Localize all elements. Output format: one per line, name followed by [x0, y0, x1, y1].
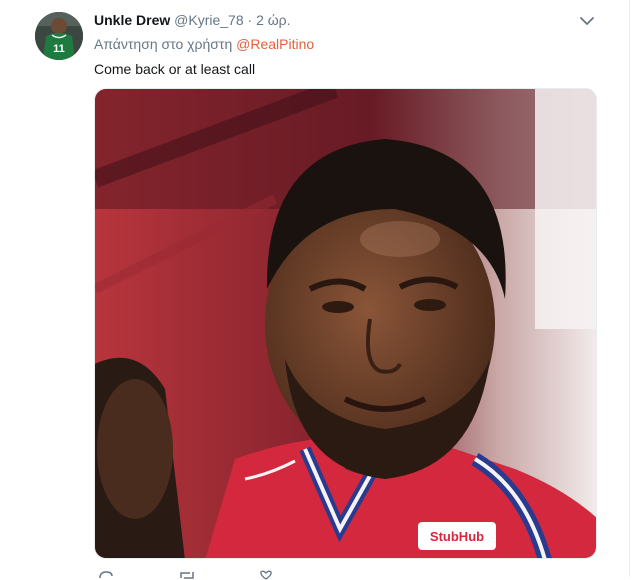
avatar[interactable]: 11 — [35, 12, 83, 60]
reply-context: Απάντηση στο χρήστη @RealPitino — [94, 35, 314, 53]
tweet-header: Unkle Drew @Kyrie_78 · 2 ώρ. — [94, 11, 291, 29]
separator-dot: · — [247, 12, 253, 28]
heart-icon[interactable] — [258, 570, 274, 580]
reply-prefix: Απάντηση στο χρήστη — [94, 36, 237, 52]
media-photo: StubHub — [95, 89, 596, 558]
user-handle[interactable]: @Kyrie_78 — [174, 12, 243, 28]
tweet-media-image[interactable]: StubHub — [94, 88, 597, 559]
chevron-down-icon[interactable] — [578, 12, 596, 30]
avatar-image: 11 — [35, 12, 83, 60]
tweet-timestamp[interactable]: 2 ώρ. — [256, 12, 290, 28]
tweet-actions — [94, 570, 597, 580]
reply-mention-link[interactable]: @RealPitino — [236, 36, 314, 52]
tweet-text: Come back or at least call — [94, 61, 256, 77]
avatar-jersey-number: 11 — [53, 43, 65, 55]
retweet-icon[interactable] — [178, 570, 196, 580]
jersey-sponsor-label: StubHub — [430, 529, 484, 544]
tweet-card[interactable]: 11 Unkle Drew @Kyrie_78 · 2 ώρ. Απάντηση… — [0, 0, 632, 580]
reply-icon[interactable] — [98, 570, 114, 580]
column-divider — [629, 0, 630, 577]
display-name[interactable]: Unkle Drew — [94, 12, 170, 28]
